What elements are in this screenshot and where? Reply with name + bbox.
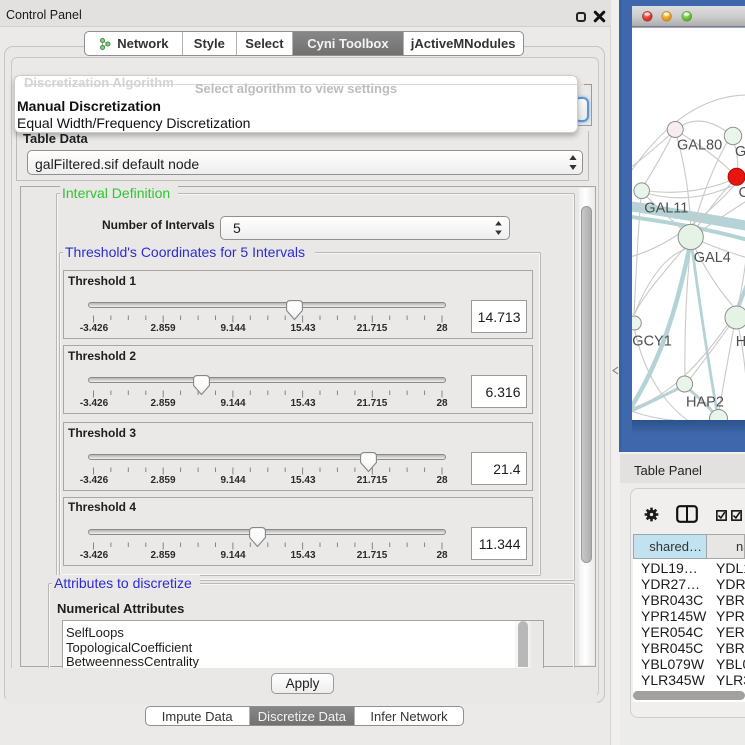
svg-text:GCY1: GCY1 bbox=[632, 334, 672, 350]
svg-text:CR: CR bbox=[739, 185, 745, 201]
svg-text:H: H bbox=[736, 334, 745, 350]
svg-text:GAL11: GAL11 bbox=[644, 200, 688, 216]
svg-text:GAL80: GAL80 bbox=[677, 138, 722, 154]
svg-text:HAP2: HAP2 bbox=[686, 395, 724, 411]
svg-text:GAL4: GAL4 bbox=[694, 250, 731, 266]
svg-text:GA: GA bbox=[735, 144, 745, 160]
